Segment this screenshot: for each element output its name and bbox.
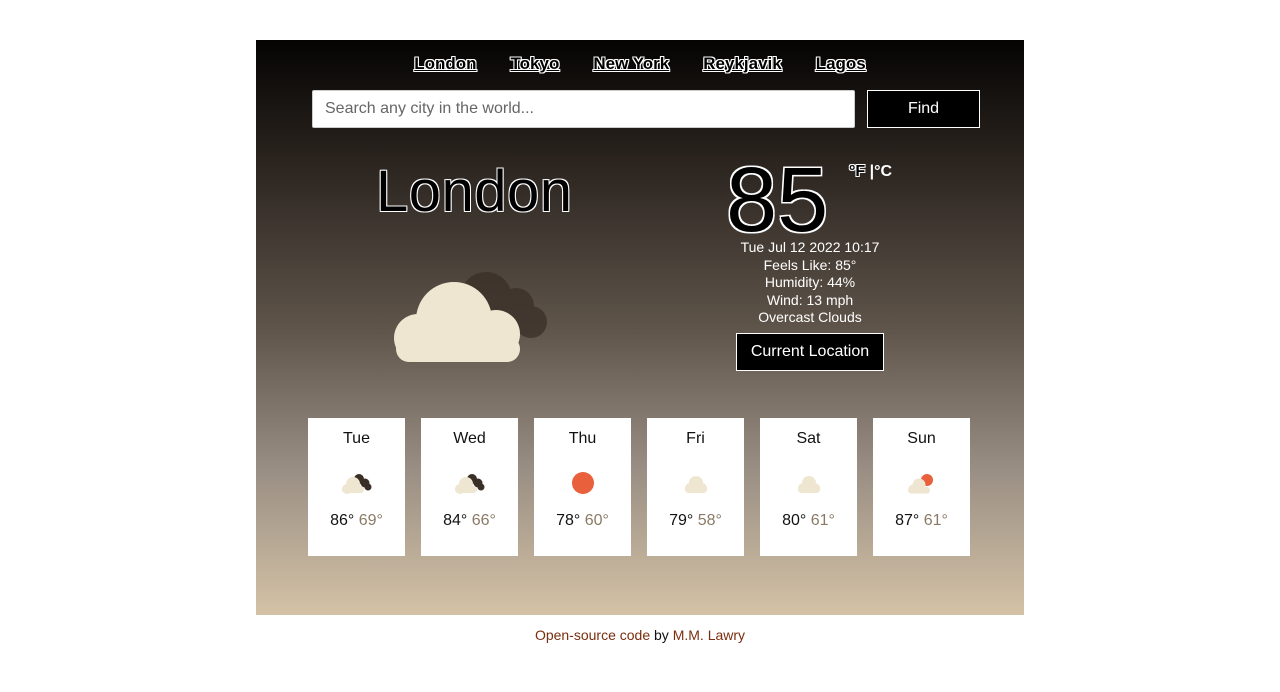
find-button[interactable]: Find <box>867 90 980 128</box>
search-input[interactable] <box>312 90 855 128</box>
forecast-low: 60° <box>584 512 609 529</box>
nav-city-tokyo[interactable]: Tokyo <box>511 54 560 74</box>
forecast-day: Thu <box>568 430 597 447</box>
forecast-day: Sun <box>907 430 936 447</box>
forecast-low: 69° <box>358 512 383 529</box>
footer-by: by <box>650 627 673 643</box>
forecast-card-sat: Sat 80° 61° <box>760 418 857 556</box>
forecast-card-wed: Wed 84° 66° <box>421 418 518 556</box>
current-datetime: Tue Jul 12 2022 10:17 <box>740 239 880 255</box>
broken-clouds-icon <box>454 474 484 494</box>
forecast-card-tue: Tue 86° 69° <box>308 418 405 556</box>
unit-separator: | <box>865 163 875 180</box>
forecast-day: Fri <box>686 430 705 447</box>
current-location-button[interactable]: Current Location <box>736 333 884 371</box>
search-form: Find <box>312 90 980 128</box>
cloud-icon <box>684 476 707 493</box>
current-temperature: 85 <box>726 149 829 251</box>
overcast-clouds-icon <box>388 262 548 377</box>
forecast-low: 58° <box>697 512 722 529</box>
city-name: London <box>376 159 573 224</box>
unit-toggle: °F |°C <box>849 163 892 181</box>
forecast-card-fri: Fri 79° 58° <box>647 418 744 556</box>
weather-app: London Tokyo New York Reykjavik Lagos Fi… <box>256 40 1024 615</box>
broken-clouds-icon <box>341 474 371 494</box>
partly-sunny-icon <box>907 474 933 494</box>
wind-speed: Wind: 13 mph <box>766 291 854 308</box>
nav-city-reykjavik[interactable]: Reykjavik <box>703 54 781 74</box>
weather-description: Overcast Clouds <box>758 309 862 326</box>
forecast-low: 61° <box>923 512 948 529</box>
forecast-high: 86° <box>330 512 355 529</box>
forecast-day: Tue <box>343 430 370 447</box>
forecast-low: 61° <box>810 512 835 529</box>
fahrenheit-toggle[interactable]: °F <box>849 163 865 180</box>
feels-like: Feels Like: 85° <box>763 256 857 273</box>
forecast-row: Tue 86° 69° Wed 84° 66° Thu 78° 60° Fri <box>308 418 970 556</box>
forecast-low: 66° <box>471 512 496 529</box>
forecast-high: 79° <box>669 512 694 529</box>
forecast-high: 84° <box>443 512 468 529</box>
humidity: Humidity: 44% <box>764 274 856 291</box>
forecast-card-sun: Sun 87° 61° <box>873 418 970 556</box>
city-nav: London Tokyo New York Reykjavik Lagos <box>256 54 1024 74</box>
author-link[interactable]: M.M. Lawry <box>673 627 745 643</box>
open-source-link[interactable]: Open-source code <box>535 627 650 643</box>
cloud-icon <box>797 476 820 493</box>
nav-city-london[interactable]: London <box>414 54 476 74</box>
weather-details: Tue Jul 12 2022 10:17 Feels Like: 85° Hu… <box>710 239 910 327</box>
forecast-day: Wed <box>453 430 486 447</box>
forecast-high: 87° <box>895 512 920 529</box>
celsius-toggle[interactable]: °C <box>874 163 892 180</box>
nav-city-new-york[interactable]: New York <box>593 54 669 74</box>
forecast-card-thu: Thu 78° 60° <box>534 418 631 556</box>
nav-city-lagos[interactable]: Lagos <box>816 54 866 74</box>
forecast-day: Sat <box>796 430 821 447</box>
forecast-high: 80° <box>782 512 807 529</box>
clear-sun-icon <box>571 472 594 494</box>
footer: Open-source code by M.M. Lawry <box>0 627 1280 643</box>
forecast-high: 78° <box>556 512 581 529</box>
